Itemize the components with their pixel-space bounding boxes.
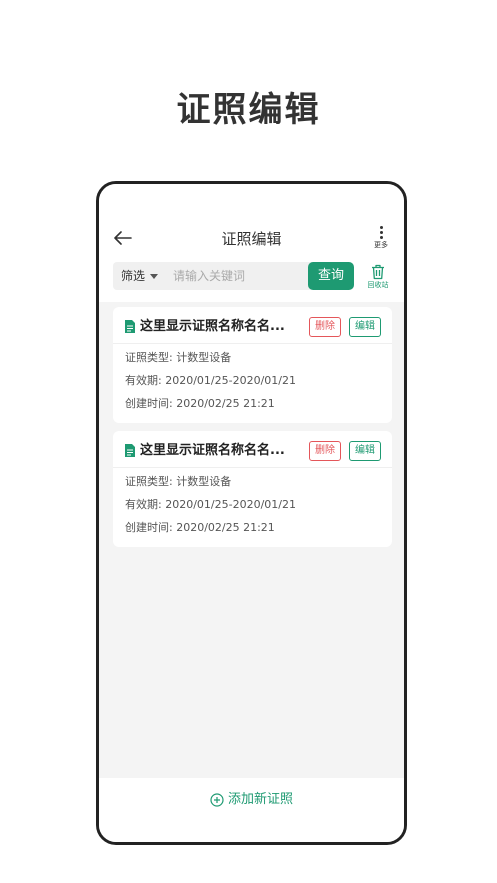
delete-button[interactable]: 删除 bbox=[309, 441, 341, 461]
cert-validity: 有效期: 2020/01/25-2020/01/21 bbox=[125, 374, 296, 387]
recycle-bin-button[interactable]: 回收站 bbox=[364, 262, 392, 290]
add-cert-label: 添加新证照 bbox=[227, 792, 293, 807]
header: 证照编辑 更多 筛选 查询 回收站 bbox=[99, 184, 404, 302]
cert-type: 证照类型: 计数型设备 bbox=[125, 351, 232, 364]
more-icon bbox=[379, 226, 383, 239]
more-label: 更多 bbox=[374, 241, 388, 249]
plus-circle-icon bbox=[210, 793, 224, 807]
cert-card[interactable]: 这里显示证照名称名名... 删除 编辑 证照类型: 计数型设备 有效期: 202… bbox=[113, 431, 392, 547]
cert-created-time: 创建时间: 2020/02/25 21:21 bbox=[125, 397, 275, 410]
footer-bar: 添加新证照 bbox=[99, 778, 404, 842]
cert-name: 这里显示证照名称名名... bbox=[140, 443, 285, 458]
document-icon bbox=[125, 444, 135, 457]
cert-validity: 有效期: 2020/01/25-2020/01/21 bbox=[125, 498, 296, 511]
search-button[interactable]: 查询 bbox=[308, 262, 354, 290]
phone-frame: 证照编辑 更多 筛选 查询 回收站 这里显示证照名称名名... 删除 bbox=[96, 181, 407, 845]
filter-label: 筛选 bbox=[121, 269, 146, 283]
edit-button[interactable]: 编辑 bbox=[349, 317, 381, 337]
card-divider bbox=[113, 467, 392, 468]
cert-name: 这里显示证照名称名名... bbox=[140, 319, 285, 334]
back-arrow-icon bbox=[114, 231, 132, 245]
trash-icon bbox=[372, 264, 384, 280]
card-header: 这里显示证照名称名名... 删除 编辑 bbox=[125, 441, 381, 461]
cert-created-time: 创建时间: 2020/02/25 21:21 bbox=[125, 521, 275, 534]
delete-button[interactable]: 删除 bbox=[309, 317, 341, 337]
more-button[interactable]: 更多 bbox=[372, 226, 390, 252]
cert-card[interactable]: 这里显示证照名称名名... 删除 编辑 证照类型: 计数型设备 有效期: 202… bbox=[113, 307, 392, 423]
add-cert-button[interactable]: 添加新证照 bbox=[99, 790, 404, 810]
recycle-bin-label: 回收站 bbox=[367, 281, 389, 289]
document-icon bbox=[125, 320, 135, 333]
edit-button[interactable]: 编辑 bbox=[349, 441, 381, 461]
promo-title: 证照编辑 bbox=[176, 90, 321, 130]
caret-down-icon bbox=[150, 274, 159, 279]
keyword-input[interactable] bbox=[173, 266, 313, 286]
card-header: 这里显示证照名称名名... 删除 编辑 bbox=[125, 317, 381, 337]
cert-type: 证照类型: 计数型设备 bbox=[125, 475, 232, 488]
page-title: 证照编辑 bbox=[221, 230, 282, 248]
filter-dropdown[interactable]: 筛选 bbox=[121, 262, 159, 290]
card-divider bbox=[113, 343, 392, 344]
back-button[interactable] bbox=[113, 228, 133, 248]
